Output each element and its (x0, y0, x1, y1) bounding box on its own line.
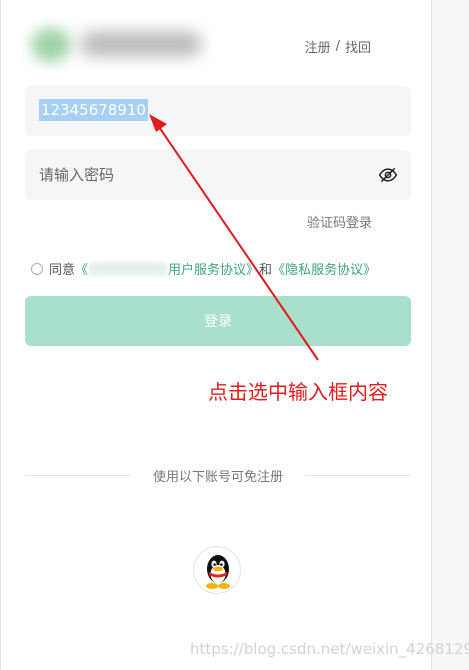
login-panel: 注册 / 找回 12345678910 验证码登录 同意 《 用户服务协议》 和… (0, 0, 432, 670)
qq-penguin-icon (206, 555, 230, 589)
password-field[interactable] (25, 150, 411, 200)
sms-login-link[interactable]: 验证码登录 (307, 212, 372, 231)
recover-link[interactable]: 找回 (345, 37, 371, 56)
account-field[interactable]: 12345678910 (25, 86, 411, 136)
eye-hidden-icon[interactable] (377, 165, 399, 185)
links-separator: / (335, 39, 340, 54)
divider-line-left (25, 475, 131, 476)
login-button[interactable]: 登录 (25, 296, 411, 346)
top-links: 注册 / 找回 (305, 37, 371, 56)
blurred-logo (19, 18, 213, 70)
password-input[interactable] (25, 150, 411, 200)
register-link[interactable]: 注册 (305, 37, 331, 56)
divider-text: 使用以下账号可免注册 (152, 470, 283, 485)
annotation-text: 点击选中输入框内容 (208, 380, 388, 404)
qq-login-button[interactable] (193, 546, 241, 594)
user-service-open[interactable]: 《 (75, 259, 88, 278)
agreement-row: 同意 《 用户服务协议》 和 《隐私服务协议》 (31, 259, 376, 278)
agreement-radio[interactable] (31, 262, 43, 275)
right-background (432, 0, 469, 670)
user-service-link[interactable]: 用户服务协议》 (168, 259, 259, 278)
third-party-divider: 使用以下账号可免注册 (25, 466, 411, 486)
divider-line-right (305, 475, 411, 476)
blurred-brand-text (88, 261, 169, 276)
watermark: https://blog.csdn.net/weixin_42681295 (190, 640, 469, 658)
logo-mark (31, 28, 71, 62)
logo-text-blur (81, 32, 201, 56)
agree-label: 同意 (49, 263, 76, 278)
privacy-link[interactable]: 《隐私服务协议》 (272, 259, 376, 278)
and-label: 和 (259, 263, 273, 278)
account-input[interactable] (25, 86, 411, 136)
